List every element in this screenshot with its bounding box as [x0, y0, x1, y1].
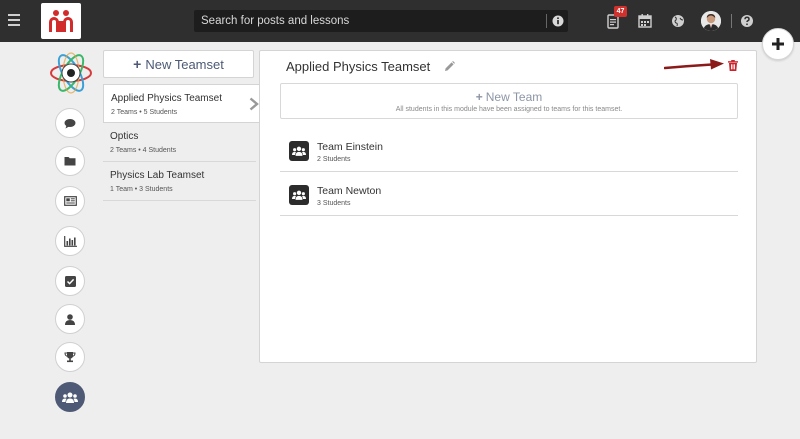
- app-logo[interactable]: [41, 3, 81, 39]
- add-button[interactable]: [762, 28, 794, 60]
- notification-badge: 47: [614, 6, 627, 17]
- folder-icon: [64, 157, 76, 166]
- rail-badges-button[interactable]: [55, 342, 85, 372]
- teamset-meta: 1 Team • 3 Students: [110, 186, 173, 193]
- teamset-item-physics-lab[interactable]: Physics Lab Teamset 1 Team • 3 Students: [103, 162, 256, 201]
- teamset-list: Applied Physics Teamset 2 Teams • 5 Stud…: [103, 84, 260, 201]
- avatar-photo-icon: [701, 11, 721, 31]
- search-divider: [546, 14, 547, 28]
- physics-atom-icon[interactable]: [47, 50, 95, 96]
- team-name: Team Newton: [317, 185, 382, 197]
- logo-icon: [49, 10, 73, 32]
- users-icon: [292, 146, 306, 156]
- topbar-divider: [731, 14, 732, 28]
- user-icon: [65, 313, 75, 325]
- new-team-note: All students in this module have been as…: [395, 106, 623, 113]
- plus-icon: +: [133, 56, 142, 72]
- pencil-icon[interactable]: [444, 61, 455, 72]
- team-row-einstein[interactable]: Team Einstein 2 Students: [280, 132, 738, 172]
- globe-icon[interactable]: [670, 13, 686, 29]
- arrow-annotation-icon: [664, 59, 724, 70]
- team-name: Team Einstein: [317, 141, 383, 153]
- team-icon: [289, 141, 309, 161]
- teamset-meta: 2 Teams • 4 Students: [110, 147, 177, 154]
- rail-assignments-button[interactable]: [55, 266, 85, 296]
- rail-folders-button[interactable]: [55, 146, 85, 176]
- rail-students-button[interactable]: [55, 304, 85, 334]
- teamset-title: Applied Physics Teamset: [286, 59, 431, 74]
- new-team-label-row: + New Team: [281, 90, 737, 104]
- team-row-newton[interactable]: Team Newton 3 Students: [280, 176, 738, 216]
- new-team-button[interactable]: + New Team All students in this module ha…: [280, 83, 738, 119]
- users-icon: [62, 392, 78, 403]
- teamset-item-applied-physics[interactable]: Applied Physics Teamset 2 Teams • 5 Stud…: [103, 84, 260, 123]
- search-input[interactable]: [194, 10, 544, 32]
- rail-reports-button[interactable]: [55, 226, 85, 256]
- teamset-name: Optics: [110, 131, 139, 142]
- trash-icon[interactable]: [728, 60, 738, 71]
- teamset-detail-panel: Applied Physics Teamset + New Team All st…: [259, 50, 757, 363]
- new-team-label: New Team: [485, 90, 543, 104]
- trophy-icon: [64, 352, 76, 363]
- team-icon: [289, 185, 309, 205]
- chat-icon: [64, 118, 76, 128]
- teamset-item-optics[interactable]: Optics 2 Teams • 4 Students: [103, 123, 256, 162]
- user-avatar[interactable]: [701, 11, 721, 31]
- users-icon: [292, 190, 306, 200]
- search-box: [194, 10, 568, 32]
- top-bar: 47: [0, 0, 800, 42]
- team-meta: 2 Students: [317, 156, 351, 163]
- bar-chart-icon: [63, 235, 77, 247]
- teamset-name: Physics Lab Teamset: [110, 170, 205, 181]
- checkbox-icon: [64, 275, 76, 287]
- newspaper-icon: [63, 196, 77, 206]
- help-icon[interactable]: [739, 13, 755, 29]
- rail-discussions-button[interactable]: [55, 108, 85, 138]
- teamset-name: Applied Physics Teamset: [111, 93, 222, 104]
- new-teamset-button[interactable]: + New Teamset: [103, 50, 254, 78]
- teamset-meta: 2 Teams • 5 Students: [111, 109, 178, 116]
- plus-icon: +: [475, 90, 483, 104]
- new-teamset-label: New Teamset: [145, 56, 224, 72]
- plus-icon: [772, 38, 784, 50]
- hamburger-icon[interactable]: [8, 14, 20, 26]
- rail-news-button[interactable]: [55, 186, 85, 216]
- calendar-icon[interactable]: [637, 13, 653, 29]
- info-icon[interactable]: [552, 15, 564, 27]
- rail-teams-button[interactable]: [55, 382, 85, 412]
- team-meta: 3 Students: [317, 200, 351, 207]
